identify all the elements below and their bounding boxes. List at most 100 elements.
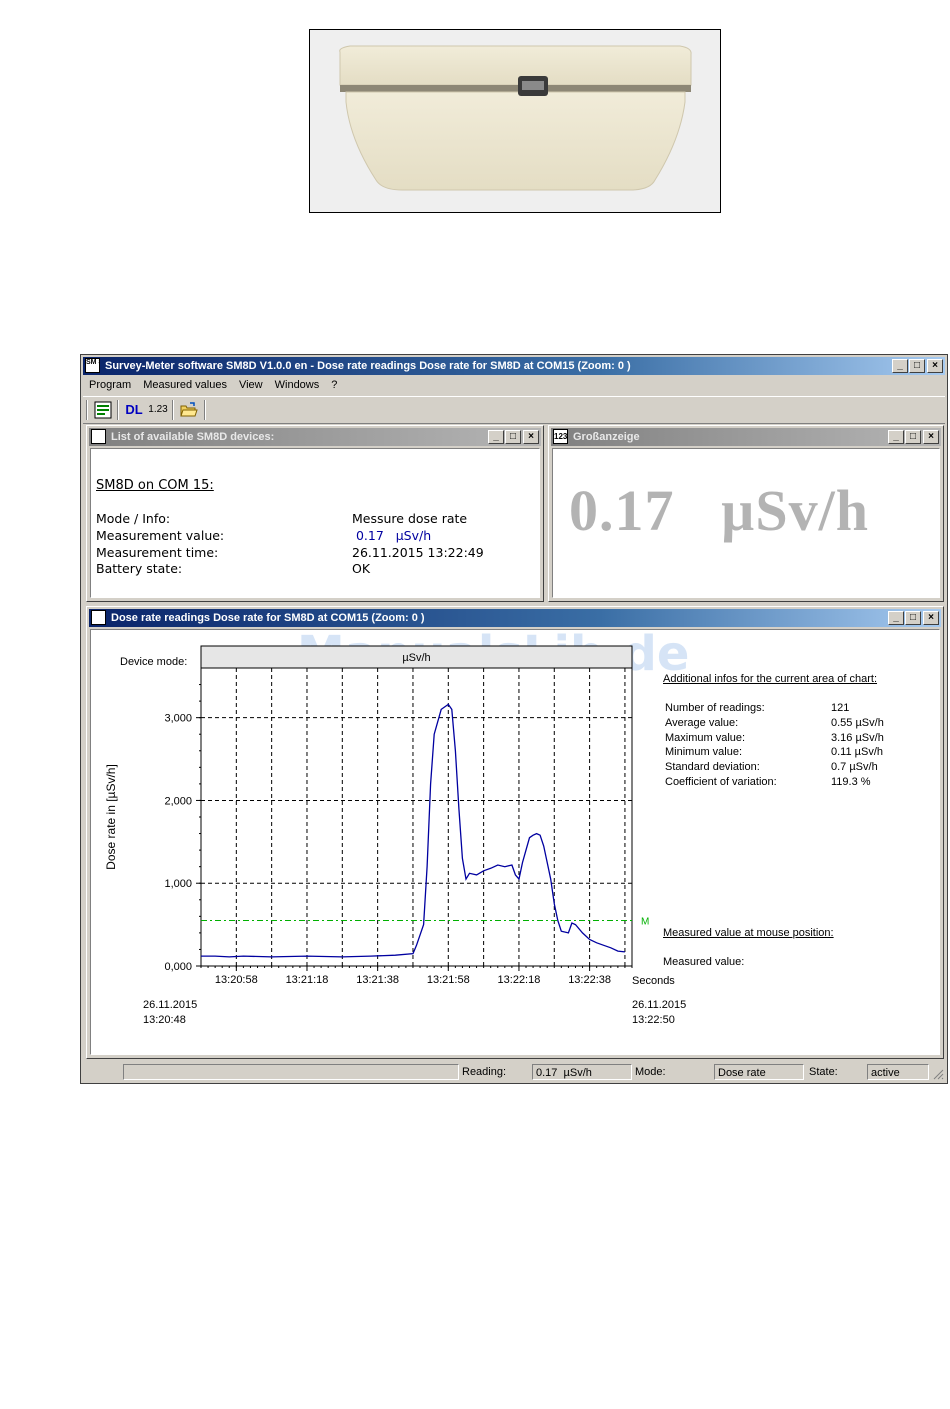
minimize-button[interactable]: _ [892, 359, 908, 373]
app-icon: SM 8D [85, 358, 100, 373]
device-photo [309, 29, 721, 213]
close-button[interactable]: × [923, 430, 939, 444]
device-list-window-icon [91, 429, 106, 444]
app-window: SM 8D Survey-Meter software SM8D V1.0.0 … [80, 354, 948, 1084]
menu-windows[interactable]: Windows [269, 376, 326, 395]
x-tick-label: 13:21:58 [427, 974, 470, 986]
status-reading-value: 0.17 µSv/h [532, 1064, 632, 1080]
status-state-value: active [867, 1064, 929, 1080]
device-list-title: List of available SM8D devices: [111, 431, 275, 443]
x-tick-label: 13:21:38 [356, 974, 399, 986]
chart-titlebar[interactable]: Dose rate readings Dose rate for SM8D at… [89, 609, 941, 627]
datalogger-button[interactable]: DL [123, 400, 145, 420]
mouse-heading: Measured value at mouse position: [663, 927, 834, 939]
minimize-button[interactable]: _ [888, 611, 904, 625]
numeric-display-button[interactable]: 1.23 [147, 400, 169, 420]
big-display-window: 123 Großanzeige _ □ × 0.17 µSv/h [548, 425, 944, 602]
status-progress-field [123, 1064, 459, 1080]
resize-grip-icon[interactable] [932, 1068, 944, 1080]
big-display-content: 0.17 µSv/h [552, 448, 940, 598]
y-axis-label: Dose rate in [µSv/h] [104, 764, 118, 870]
status-state-label: State: [809, 1066, 838, 1078]
chart-window-icon [91, 610, 106, 625]
x-unit-label: Seconds [632, 975, 675, 987]
big-display-window-icon: 123 [553, 429, 568, 444]
chart-window: Dose rate readings Dose rate for SM8D at… [86, 606, 944, 1059]
dose-rate-chart[interactable]: µSv/h 13:20:58 13:21:18 13:21:38 13:21:58 13:… [91, 630, 651, 990]
maximize-button[interactable]: □ [505, 430, 521, 444]
open-folder-icon[interactable] [178, 400, 200, 420]
close-button[interactable]: × [927, 359, 943, 373]
chart-title: Dose rate readings Dose rate for SM8D at… [111, 612, 425, 624]
start-date: 26.11.2015 [143, 999, 198, 1011]
mode-info-value: Messure dose rate [352, 511, 468, 526]
y-tick-label: 3,000 [164, 713, 192, 725]
y-tick-label: 2,000 [164, 795, 192, 807]
stat-cv-value: 119.3 % [831, 776, 871, 788]
stat-stddev-value: 0.7 µSv/h [831, 761, 878, 773]
x-tick-label: 13:20:58 [215, 974, 258, 986]
x-tick-label: 13:22:18 [498, 974, 541, 986]
y-tick-label: 0,000 [164, 961, 192, 973]
end-time: 13:22:50 [632, 1014, 675, 1026]
mode-info-label: Mode / Info: [96, 511, 171, 526]
mouse-value-label: Measured value: [663, 956, 745, 968]
stat-stddev-label: Standard deviation: [665, 761, 760, 773]
minimize-button[interactable]: _ [888, 430, 904, 444]
device-list-content: SM8D on COM 15: Mode / Info: Messure dos… [90, 448, 540, 598]
app-title: Survey-Meter software SM8D V1.0.0 en - D… [105, 360, 631, 372]
stat-maximum-label: Maximum value: [665, 732, 746, 744]
usb-device-image [310, 30, 720, 212]
stat-average-value: 0.55 µSv/h [831, 717, 884, 729]
menu-program[interactable]: Program [83, 376, 137, 395]
info-heading: Additional infos for the current area of… [663, 673, 878, 685]
status-mode-label: Mode: [635, 1066, 666, 1078]
toolbar: DL 1.23 [83, 396, 945, 424]
chart-content: ManualsLib.de Device mode: µSv/h13:20:58… [90, 629, 940, 1055]
battery-state-label: Battery state: [96, 561, 183, 576]
close-button[interactable]: × [923, 611, 939, 625]
menu-help[interactable]: ? [325, 376, 343, 395]
big-display-titlebar[interactable]: 123 Großanzeige _ □ × [551, 428, 941, 446]
measurement-time-label: Measurement time: [96, 545, 219, 560]
menu-bar: Program Measured values View Windows? [83, 376, 945, 395]
measurement-value: 0.17 µSv/h [352, 528, 432, 543]
maximize-button[interactable]: □ [909, 359, 925, 373]
maximize-button[interactable]: □ [905, 430, 921, 444]
measurement-time-value: 26.11.2015 13:22:49 [352, 545, 484, 560]
status-reading-label: Reading: [462, 1066, 507, 1078]
status-mode-value: Dose rate [714, 1064, 804, 1080]
toolbar-separator [172, 400, 174, 420]
device-mode-value: µSv/h [402, 652, 430, 664]
stat-cv-label: Coefficient of variation: [665, 776, 777, 788]
toolbar-separator [204, 400, 206, 420]
battery-state-value: OK [352, 561, 371, 576]
stat-readings-value: 121 [831, 702, 850, 714]
start-time: 13:20:48 [143, 1014, 186, 1026]
maximize-button[interactable]: □ [905, 611, 921, 625]
menu-view[interactable]: View [233, 376, 269, 395]
y-tick-label: 1,000 [164, 878, 192, 890]
stat-minimum-label: Minimum value: [665, 746, 743, 758]
toolbar-grip [86, 400, 88, 420]
menu-measured-values[interactable]: Measured values [137, 376, 233, 395]
device-list-titlebar[interactable]: List of available SM8D devices: _ □ × [89, 428, 541, 446]
stat-minimum-value: 0.11 µSv/h [831, 746, 883, 758]
app-titlebar[interactable]: SM 8D Survey-Meter software SM8D V1.0.0 … [83, 357, 945, 375]
average-marker: M [641, 916, 649, 927]
minimize-button[interactable]: _ [488, 430, 504, 444]
toolbar-separator [117, 400, 119, 420]
status-bar: Reading: 0.17 µSv/h Mode: Dose rate Stat… [83, 1062, 945, 1082]
x-tick-label: 13:22:38 [568, 974, 611, 986]
measurement-value-label: Measurement value: [96, 528, 225, 543]
device-heading[interactable]: SM8D on COM 15: [96, 478, 214, 493]
device-list-window: List of available SM8D devices: _ □ × SM… [86, 425, 544, 602]
plot-area [200, 667, 633, 967]
big-display-value: 0.17 µSv/h [569, 478, 870, 543]
device-list-icon[interactable] [93, 400, 113, 420]
big-display-title: Großanzeige [573, 431, 640, 443]
close-button[interactable]: × [523, 430, 539, 444]
x-tick-label: 13:21:18 [286, 974, 329, 986]
stat-readings-label: Number of readings: [665, 702, 765, 714]
stat-maximum-value: 3.16 µSv/h [831, 732, 884, 744]
